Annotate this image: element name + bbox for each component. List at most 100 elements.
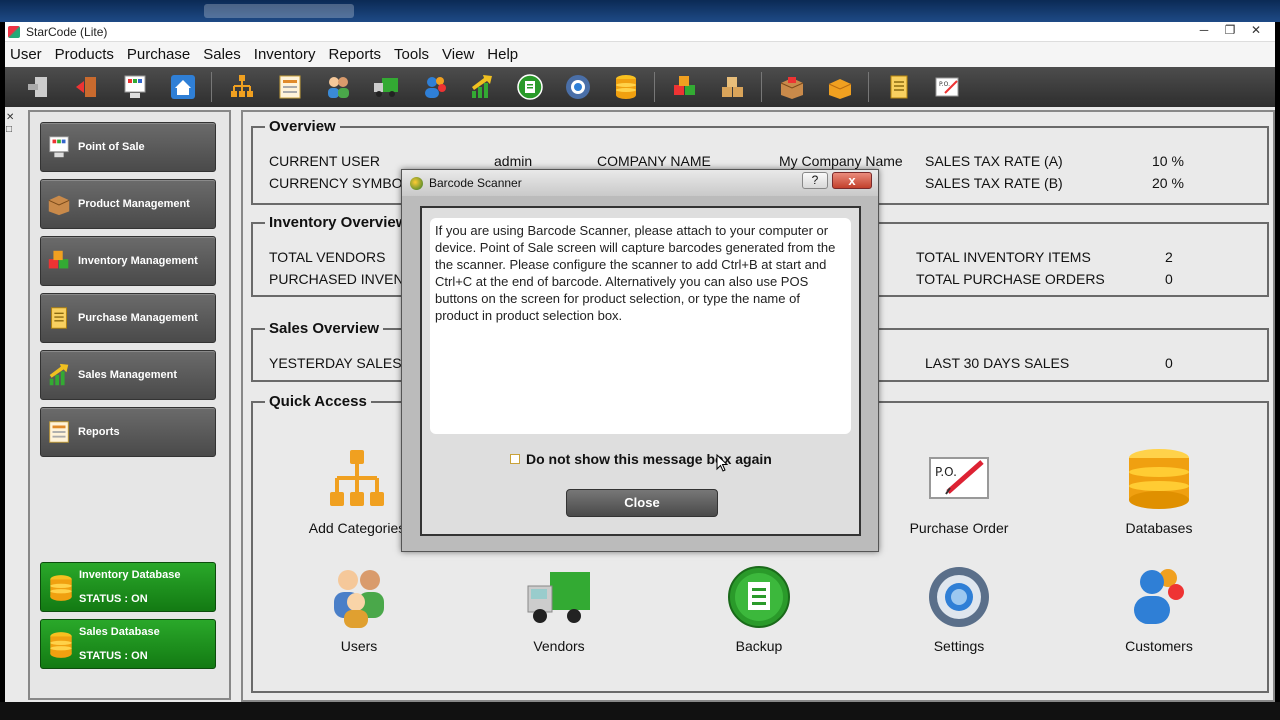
sidebar-item-sales-management[interactable]: Sales Management xyxy=(40,350,216,400)
customers-icon[interactable] xyxy=(418,72,450,102)
help-button[interactable]: ? xyxy=(802,172,828,189)
sidebar-item-inventory-management[interactable]: Inventory Management xyxy=(40,236,216,286)
dialog-title: Barcode Scanner xyxy=(429,176,522,190)
products-icon[interactable] xyxy=(717,72,749,102)
quick-access-label: Settings xyxy=(933,638,985,654)
sales-icon xyxy=(49,363,69,386)
quick-settings[interactable]: Settings xyxy=(899,564,1019,654)
menu-help[interactable]: Help xyxy=(482,46,523,63)
total-purchase-orders-value: 0 xyxy=(1165,271,1173,287)
quick-access-label: Purchase Order xyxy=(909,520,1009,536)
menu-reports[interactable]: Reports xyxy=(323,46,386,63)
settings-icon xyxy=(929,567,989,627)
menu-inventory[interactable]: Inventory xyxy=(249,46,321,63)
menu-tools[interactable]: Tools xyxy=(389,46,434,63)
inventory-icon xyxy=(48,250,69,269)
menu-products[interactable]: Products xyxy=(50,46,119,63)
minimize-icon[interactable]: ─ xyxy=(1195,23,1213,37)
vendors-icon[interactable] xyxy=(370,72,402,102)
dont-show-again-label[interactable]: Do not show this message box again xyxy=(526,451,772,467)
purchase-order-icon: P.O. xyxy=(929,457,989,499)
maximize-icon[interactable]: ❐ xyxy=(1221,23,1239,37)
close-button[interactable]: Close xyxy=(566,489,718,517)
vendors-icon xyxy=(527,572,590,623)
os-top-strip xyxy=(0,0,1280,22)
menu-view[interactable]: View xyxy=(437,46,479,63)
database-status: STATUS : ON xyxy=(79,650,148,662)
quick-access-label: Users xyxy=(340,638,378,654)
sales-overview-legend: Sales Overview xyxy=(269,320,380,337)
reports-icon[interactable] xyxy=(274,72,306,102)
database-icon[interactable] xyxy=(610,72,642,102)
mouse-cursor-icon xyxy=(716,454,728,472)
database-icon xyxy=(50,575,72,601)
blurred-tab xyxy=(204,4,354,18)
overview-legend: Overview xyxy=(269,118,336,135)
sales-database-status[interactable]: Sales Database STATUS : ON xyxy=(40,619,216,669)
quick-customers[interactable]: Customers xyxy=(1099,564,1219,654)
quick-databases[interactable]: Databases xyxy=(1099,446,1219,536)
sidebar-item-product-management[interactable]: Product Management xyxy=(40,179,216,229)
database-icon xyxy=(50,632,72,658)
quick-access-legend: Quick Access xyxy=(269,393,367,410)
quick-access-label: Customers xyxy=(1125,638,1193,654)
pos-icon[interactable] xyxy=(119,72,151,102)
dialog-message: If you are using Barcode Scanner, please… xyxy=(430,218,851,434)
receive-icon[interactable] xyxy=(776,72,808,102)
close-icon[interactable]: ✕ xyxy=(1247,23,1265,37)
users-icon[interactable] xyxy=(322,72,354,102)
title-bar: StarCode (Lite) ─ ❐ ✕ xyxy=(5,22,1275,42)
menu-sales[interactable]: Sales xyxy=(198,46,246,63)
sales-icon[interactable] xyxy=(466,72,498,102)
open-box-icon[interactable] xyxy=(824,72,856,102)
barcode-app-icon xyxy=(410,176,423,190)
last-30-days-sales-label: LAST 30 DAYS SALES xyxy=(925,355,1070,371)
sidebar-item-label: Inventory Management xyxy=(78,255,198,267)
panel-pin-controls[interactable]: ✕ □ xyxy=(6,112,14,136)
quick-backup[interactable]: Backup xyxy=(699,564,819,654)
customers-icon xyxy=(1134,569,1184,624)
total-purchase-orders-label: TOTAL PURCHASE ORDERS xyxy=(916,271,1105,287)
dont-show-again-checkbox[interactable] xyxy=(510,454,520,464)
categories-icon[interactable] xyxy=(226,72,258,102)
os-taskbar xyxy=(0,702,1280,720)
yesterday-sales-label: YESTERDAY SALES xyxy=(269,355,402,371)
inventory-database-status[interactable]: Inventory Database STATUS : ON xyxy=(40,562,216,612)
reports-icon xyxy=(49,421,69,443)
inventory-overview-legend: Inventory Overview xyxy=(269,214,408,231)
company-name-value: My Company Name xyxy=(779,153,903,169)
sidebar-item-point-of-sale[interactable]: Point of Sale xyxy=(40,122,216,172)
sales-tax-b-value: 20 % xyxy=(1152,175,1184,191)
dont-show-again-row[interactable]: Do not show this message box again xyxy=(510,451,772,467)
total-inventory-items-label: TOTAL INVENTORY ITEMS xyxy=(916,249,1091,265)
exit-icon[interactable] xyxy=(23,72,55,102)
menu-purchase[interactable]: Purchase xyxy=(122,46,195,63)
purchase-icon xyxy=(51,307,67,329)
app-logo-icon xyxy=(8,25,20,38)
window-controls: ─ ❐ ✕ xyxy=(1195,23,1265,37)
purchase-order-icon[interactable]: P.O. xyxy=(931,72,963,102)
backup-icon[interactable] xyxy=(514,72,546,102)
sales-tax-a-value: 10 % xyxy=(1152,153,1184,169)
svg-text:P.O.: P.O. xyxy=(939,81,950,88)
logout-icon[interactable] xyxy=(71,72,103,102)
menu-user[interactable]: User xyxy=(5,46,47,63)
dialog-close-x-button[interactable]: x xyxy=(832,172,872,189)
sidebar-item-purchase-management[interactable]: Purchase Management xyxy=(40,293,216,343)
quick-add-categories[interactable]: Add Categories xyxy=(297,446,417,536)
pos-icon xyxy=(49,136,69,158)
quick-vendors[interactable]: Vendors xyxy=(499,564,619,654)
purchase-icon[interactable] xyxy=(883,72,915,102)
sidebar-item-reports[interactable]: Reports xyxy=(40,407,216,457)
home-icon[interactable] xyxy=(167,72,199,102)
total-inventory-items-value: 2 xyxy=(1165,249,1173,265)
quick-users[interactable]: Users xyxy=(299,564,419,654)
sidebar-item-label: Sales Management xyxy=(78,369,178,381)
inventory-icon[interactable] xyxy=(669,72,701,102)
settings-icon[interactable] xyxy=(562,72,594,102)
dialog-title-bar: Barcode Scanner ? x xyxy=(402,170,878,196)
window-title: StarCode (Lite) xyxy=(26,24,108,39)
categories-icon xyxy=(330,450,384,506)
quick-purchase-order[interactable]: P.O. Purchase Order xyxy=(899,446,1019,536)
database-status: STATUS : ON xyxy=(79,593,148,605)
